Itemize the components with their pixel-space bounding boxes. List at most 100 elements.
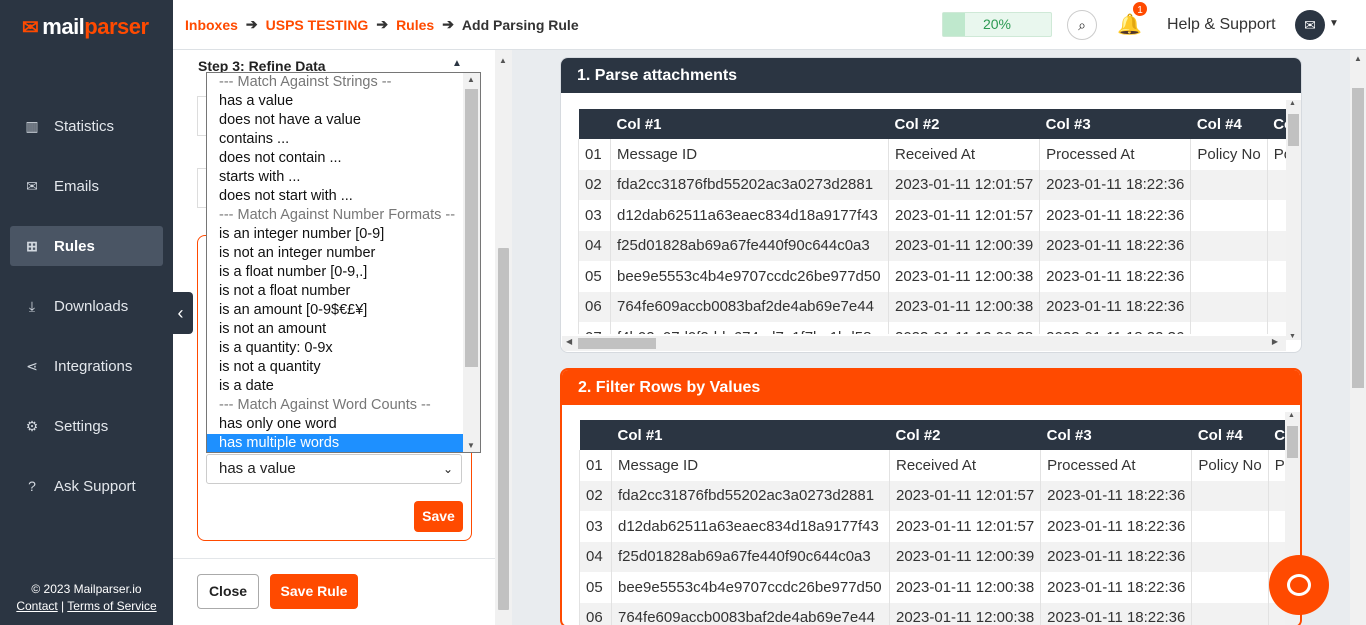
dropdown-option[interactable]: does not start with ... — [207, 187, 463, 206]
page-scrollbar[interactable]: ▲ — [1350, 50, 1366, 625]
scroll-up-icon[interactable]: ▲ — [499, 56, 507, 65]
dropdown-option[interactable]: contains ... — [207, 130, 463, 149]
sidebar-item-downloads[interactable]: ⤓ Downloads — [10, 286, 163, 326]
row-number: 05 — [578, 261, 611, 292]
scroll-up-icon[interactable]: ▲ — [1354, 54, 1362, 63]
column-header: Col #4 — [1191, 420, 1269, 450]
contact-link[interactable]: Contact — [16, 599, 57, 613]
dropdown-option[interactable]: is not an integer number — [207, 244, 463, 263]
grid-vertical-scrollbar[interactable]: ▲ ▼ — [1286, 100, 1301, 340]
column-header: Col #3 — [1039, 109, 1191, 139]
dropdown-option[interactable]: does not contain ... — [207, 149, 463, 168]
sidebar-item-ask-support[interactable]: ? Ask Support — [10, 466, 163, 506]
column-header: Col #2 — [888, 109, 1040, 139]
dropdown-option[interactable]: is a float number [0-9,.] — [207, 263, 463, 282]
dropdown-option[interactable]: is not a float number — [207, 282, 463, 301]
dropdown-option[interactable]: does not have a value — [207, 111, 463, 130]
help-support-link[interactable]: Help & Support — [1167, 16, 1276, 34]
chevron-down-icon: ⌄ — [442, 462, 453, 476]
data-grid: Col #1Col #2Col #3Col #4Col01Message IDR… — [578, 109, 1287, 334]
dropdown-option[interactable]: has a value — [207, 92, 463, 111]
scroll-up-icon[interactable]: ▲ — [1288, 412, 1295, 419]
table-cell: 2023-01-11 12:00:39 — [888, 541, 1041, 572]
parse-attachments-card: 1. Parse attachments Col #1 Col #2 Col #3 C… — [560, 57, 1302, 353]
table-cell: Received At — [888, 450, 1041, 481]
scrollbar-thumb[interactable] — [578, 338, 656, 349]
table-cell: Received At — [887, 139, 1040, 170]
row-number: 01 — [579, 450, 612, 481]
setup-progress[interactable]: 20% — [942, 12, 1052, 37]
avatar[interactable]: ✉ — [1295, 10, 1325, 40]
scrollbar-thumb[interactable] — [1287, 426, 1298, 458]
arrow-right-icon: ➔ — [245, 16, 258, 32]
dropdown-option[interactable]: is an integer number [0-9] — [207, 225, 463, 244]
close-button[interactable]: Close — [197, 574, 259, 609]
sidebar-item-statistics[interactable]: ▥ Statistics — [10, 106, 163, 146]
dropdown-option[interactable]: has only one word — [207, 415, 463, 434]
caret-up-icon[interactable]: ▲ — [452, 58, 462, 69]
table-cell — [1191, 511, 1269, 542]
column-header: Col — [1267, 109, 1287, 139]
dropdown-option[interactable]: has multiple words — [207, 434, 463, 452]
table-cell — [1190, 169, 1268, 200]
scroll-right-icon[interactable]: ▶ — [1272, 337, 1278, 346]
breadcrumb-inboxes[interactable]: Inboxes — [185, 17, 238, 33]
search-button[interactable]: ⌕ — [1067, 10, 1097, 40]
scroll-up-icon[interactable]: ▲ — [467, 75, 475, 84]
scroll-down-icon[interactable]: ▼ — [1289, 333, 1296, 340]
table-cell: Policy No — [1190, 139, 1268, 170]
dropdown-option[interactable]: is a date — [207, 377, 463, 396]
table-cell — [1191, 572, 1269, 603]
collapse-sidebar-button[interactable]: ‹ — [168, 292, 193, 334]
chat-support-button[interactable] — [1269, 555, 1329, 615]
save-button[interactable]: Save — [414, 501, 463, 532]
column-header: Col #4 — [1190, 109, 1268, 139]
caret-down-icon[interactable]: ▼ — [1329, 18, 1339, 29]
breadcrumb-inbox[interactable]: USPS TESTING — [266, 17, 369, 33]
sidebar-nav: ▥ Statistics ✉ Emails ⊞ Rules ⤓ Downloads ⋖ Integ… — [10, 106, 163, 526]
terms-link[interactable]: Terms of Service — [67, 599, 156, 613]
scroll-down-icon[interactable]: ▼ — [467, 441, 475, 450]
scrollbar-thumb[interactable] — [498, 248, 509, 610]
dropdown-option[interactable]: is not an amount — [207, 320, 463, 339]
condition-select[interactable]: has a value ⌄ — [206, 454, 462, 484]
sidebar-item-label: Integrations — [54, 357, 133, 375]
arrow-right-icon: ➔ — [442, 16, 454, 32]
save-rule-button[interactable]: Save Rule — [270, 574, 358, 609]
sidebar-item-emails[interactable]: ✉ Emails — [10, 166, 163, 206]
table-row: 04 f25d01828ab69a67fe440f90c644c0a3 2023-0… — [578, 230, 1287, 261]
mailparser-logo[interactable]: ✉ mail parser — [22, 14, 149, 40]
sidebar-item-settings[interactable]: ⚙ Settings — [10, 406, 163, 446]
download-icon: ⤓ — [28, 297, 36, 314]
scrollbar-thumb[interactable] — [1352, 88, 1364, 388]
table-cell: 764fe609accb0083baf2de4ab69e7e44 — [611, 602, 890, 625]
panel-scrollbar[interactable]: ▲ — [495, 50, 512, 625]
chat-icon — [1287, 574, 1311, 596]
scroll-up-icon[interactable]: ▲ — [1289, 100, 1296, 107]
table-cell: 2023-01-11 12:00:38 — [888, 572, 1041, 603]
dropdown-option[interactable]: is an amount [0-9$€£¥] — [207, 301, 463, 320]
dropdown-option[interactable]: is a quantity: 0-9x — [207, 339, 463, 358]
dropdown-option[interactable]: starts with ... — [207, 168, 463, 187]
scroll-left-icon[interactable]: ◀ — [566, 337, 572, 346]
scrollbar-thumb[interactable] — [1288, 114, 1299, 146]
condition-dropdown-list[interactable]: --- Match Against Strings -- has a value d… — [206, 72, 481, 453]
breadcrumb-rules[interactable]: Rules — [396, 17, 434, 33]
sidebar-item-integrations[interactable]: ⋖ Integrations — [10, 346, 163, 386]
grid-horizontal-scrollbar[interactable]: ◀ ▶ — [562, 336, 1286, 351]
table-cell — [1266, 230, 1287, 261]
envelope-icon: ✉ — [1304, 16, 1316, 33]
table-row: 05 bee9e5553c4b4e9707ccdc26be977d50 2023-0… — [578, 261, 1287, 292]
table-row: 02 fda2cc31876fbd55202ac3a0273d2881 2023-0… — [579, 480, 1288, 511]
row-number: 05 — [579, 572, 612, 603]
column-header: Col #1 — [611, 420, 890, 450]
dropdown-scrollbar[interactable]: ▲ ▼ — [463, 73, 480, 452]
table-cell: 2023-01-11 18:22:36 — [1040, 572, 1192, 603]
sidebar-item-rules[interactable]: ⊞ Rules — [10, 226, 163, 266]
table-cell — [1266, 169, 1287, 200]
arrow-right-icon: ➔ — [376, 16, 389, 32]
logo-text-part1: mail — [42, 14, 85, 39]
scrollbar-thumb[interactable] — [465, 89, 478, 367]
dropdown-option[interactable]: is not a quantity — [207, 358, 463, 377]
topbar: Inboxes ➔ USPS TESTING ➔ Rules ➔ Add Par… — [173, 0, 1366, 50]
